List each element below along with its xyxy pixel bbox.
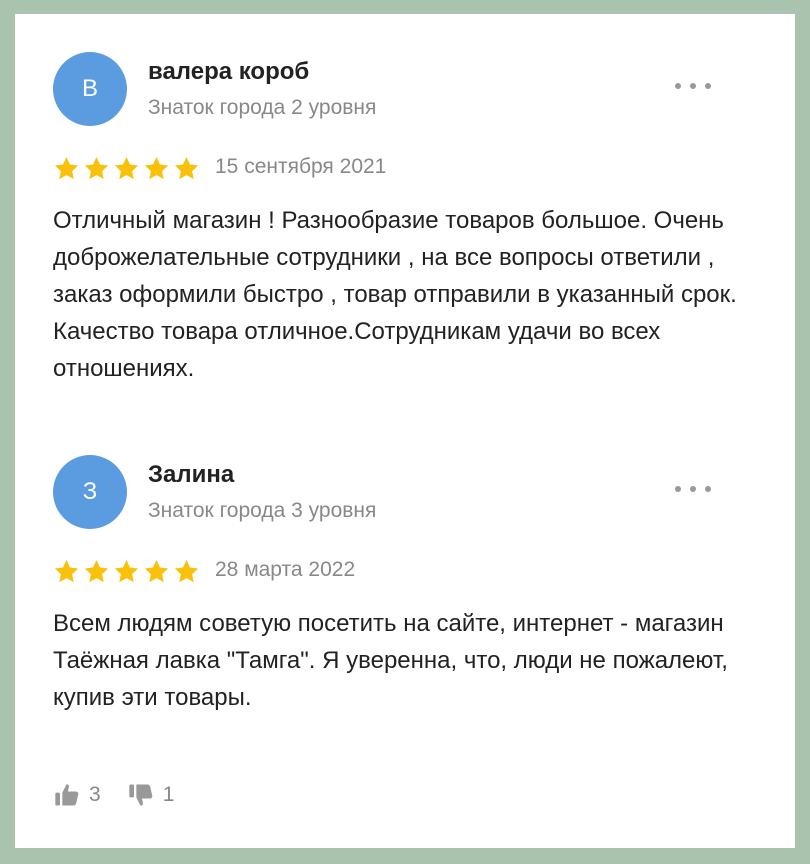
author-name[interactable]: валера короб: [148, 58, 309, 86]
star-icon: [174, 157, 199, 180]
review-date: 28 марта 2022: [215, 558, 356, 581]
more-dots-icon[interactable]: [675, 479, 711, 499]
review-text: Всем людям советую посетить на сайте, ин…: [53, 610, 728, 711]
star-rating: [53, 155, 200, 185]
author-level: Знаток города 3 уровня: [148, 499, 377, 522]
dislike-button[interactable]: 1: [127, 781, 175, 809]
star-icon: [84, 157, 109, 180]
star-icon: [84, 560, 109, 583]
star-icon: [54, 560, 79, 583]
star-icon: [144, 157, 169, 180]
star-icon: [54, 157, 79, 180]
dislike-count: 1: [162, 783, 175, 806]
author-name[interactable]: Залина: [148, 461, 234, 489]
star-rating: [53, 558, 200, 588]
avatar[interactable]: З: [53, 455, 127, 529]
star-icon: [114, 157, 139, 180]
thumbs-up-icon: [55, 784, 79, 806]
like-button[interactable]: 3: [53, 781, 101, 809]
review-date: 15 сентября 2021: [215, 155, 387, 178]
review-text: Отличный магазин ! Разнообразие товаров …: [53, 207, 737, 382]
thumbs-down-icon: [129, 784, 152, 806]
star-icon: [114, 560, 139, 583]
star-icon: [174, 560, 199, 583]
reviews-card: В валера короб Знаток города 2 уровня 15…: [15, 14, 795, 848]
like-count: 3: [89, 783, 101, 806]
reactions-bar: 3 1: [53, 778, 174, 812]
author-level: Знаток города 2 уровня: [148, 96, 377, 119]
star-icon: [144, 560, 169, 583]
avatar[interactable]: В: [53, 52, 127, 126]
more-dots-icon[interactable]: [675, 76, 711, 96]
